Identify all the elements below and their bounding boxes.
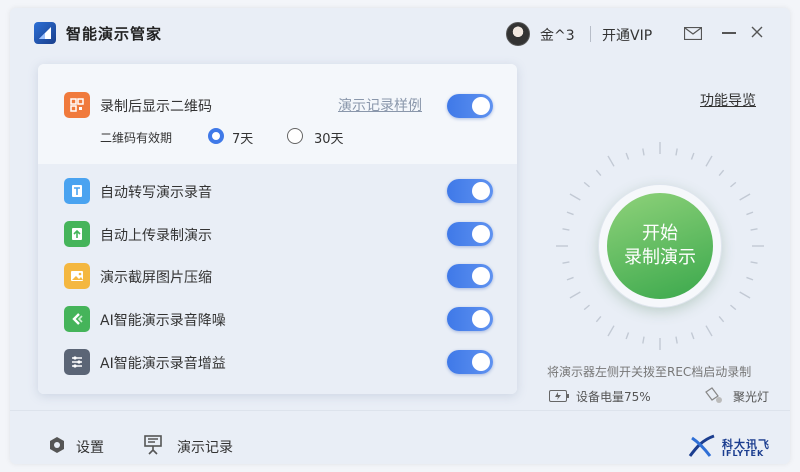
dial-tick [566,211,574,216]
gain-toggle[interactable] [447,350,493,374]
qr-toggle[interactable] [447,94,493,118]
radio-30-days[interactable] [287,128,303,144]
demo-sample-link[interactable]: 演示记录样例 [338,95,422,115]
dial-tick [675,148,678,156]
mail-icon[interactable] [684,27,702,40]
dial-tick [595,316,602,323]
vip-button[interactable]: 开通VIP [602,25,652,45]
toggle-knob [472,267,490,285]
app-window: 智能演示管家 金^3 开通VIP 录制后显示二维码 演示记录样例 二维码有效期 … [10,8,790,464]
dial-tick [718,316,725,323]
option-label: 演示截屏图片压缩 [100,270,212,286]
feature-guide-link[interactable]: 功能导览 [700,90,756,110]
image-compress-toggle[interactable] [447,264,493,288]
dial-tick [562,261,570,264]
qr-section: 录制后显示二维码 演示记录样例 二维码有效期 7天 30天 [38,64,517,164]
noise-reduction-icon [64,306,90,332]
qr-code-icon [64,92,90,118]
image-compress-icon [64,263,90,289]
dial-tick [595,169,602,176]
option-label: 自动转写演示录音 [100,185,212,201]
settings-button[interactable]: 设置 [76,437,104,457]
start-recording-button[interactable]: 开始 录制演示 [599,185,721,307]
radio-30-days-label[interactable]: 30天 [314,128,344,147]
qr-validity-label: 二维码有效期 [100,131,173,145]
dial-tick [583,304,590,311]
dial-tick [705,325,713,337]
dial-tick [675,336,678,344]
dial-tick [566,276,574,281]
option-label: AI智能演示录音降噪 [100,313,226,329]
iflytek-logo-icon [688,434,715,457]
transcribe-toggle[interactable] [447,179,493,203]
toggle-knob [472,97,490,115]
dial-tick [607,155,615,167]
dial-tick [739,291,751,299]
minimize-icon[interactable] [722,32,736,34]
app-title: 智能演示管家 [66,25,163,43]
battery-icon [549,390,569,402]
option-label: 自动上传录制演示 [100,228,212,244]
dial-tick [625,152,630,160]
app-logo-icon [34,22,56,44]
battery-level: 设备电量75% [576,390,651,404]
close-icon[interactable] [750,25,764,39]
dial-tick [718,169,725,176]
start-button-line2: 录制演示 [624,247,696,268]
dial-tick [730,304,737,311]
dial-tick [705,155,713,167]
toggle-knob [472,225,490,243]
option-label: AI智能演示录音增益 [100,356,226,372]
dial-tick [642,148,645,156]
dial-tick [583,181,590,188]
toggle-knob [472,310,490,328]
qr-row-label: 录制后显示二维码 [100,99,212,115]
dial-tick [690,332,695,340]
transcribe-icon [64,178,90,204]
dial-tick [569,291,581,299]
noise-reduction-toggle[interactable] [447,307,493,331]
dial-tick [562,228,570,231]
brand-name-en: IFLYTEK [722,449,765,458]
rec-hint-text: 将演示器左侧开关拨至REC档启动录制 [547,365,752,379]
options-section: 自动转写演示录音 自动上传录制演示 演示截屏图片压缩 AI智能演示录音降噪 AI… [38,164,517,394]
avatar[interactable] [506,22,530,46]
gain-icon [64,349,90,375]
username[interactable]: 金^3 [540,25,575,45]
dial-tick [746,276,754,281]
dial-tick [730,181,737,188]
dial-tick [750,228,758,231]
dial-tick [642,336,645,344]
settings-icon[interactable] [48,436,66,454]
divider [590,26,591,42]
start-button-line1: 开始 [642,223,678,244]
spotlight-label: 聚光灯 [733,390,770,404]
toggle-knob [472,182,490,200]
upload-toggle[interactable] [447,222,493,246]
upload-icon [64,221,90,247]
dial-tick [739,193,751,201]
spotlight-icon [705,387,722,403]
records-button[interactable]: 演示记录 [177,437,233,457]
dial-tick [690,152,695,160]
dial-tick [750,261,758,264]
dial-tick [746,211,754,216]
radio-7-days-label[interactable]: 7天 [232,128,253,147]
footer-divider [10,410,790,411]
settings-panel: 录制后显示二维码 演示记录样例 二维码有效期 7天 30天 自动转写演示录音 自… [38,64,517,394]
radio-7-days[interactable] [208,128,224,144]
dial-tick [569,193,581,201]
toggle-knob [472,353,490,371]
dial-tick [625,332,630,340]
presentation-record-icon[interactable] [144,435,162,455]
dial-tick [607,325,615,337]
